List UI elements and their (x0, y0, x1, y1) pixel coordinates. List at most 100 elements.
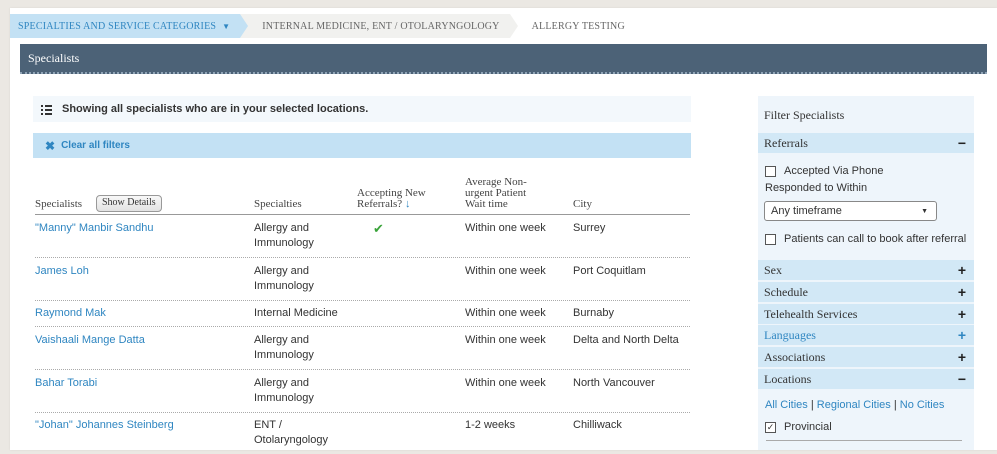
table-row: "Johan" Johannes Steinberg ENT / Otolary… (35, 418, 690, 454)
locations-notice: Showing all specialists who are in your … (33, 96, 691, 122)
collapse-icon: − (957, 135, 966, 151)
checkbox-checked[interactable]: ✓ (765, 421, 776, 433)
header-accepting-line2-text: Referrals? (357, 198, 403, 210)
regional-cities-link[interactable]: Regional Cities (817, 399, 891, 411)
city-links: All Cities | Regional Cities | No Cities (765, 399, 944, 411)
checkmark-icon: ✔ (373, 221, 384, 236)
specialty-cell: Allergy and Immunology (254, 222, 314, 249)
breadcrumb-allergy-testing-label: ALLERGY TESTING (531, 20, 625, 32)
city-cell: North Vancouver (573, 377, 655, 389)
header-city[interactable]: City (573, 199, 592, 210)
filter-section-associations[interactable]: Associations + (758, 347, 974, 367)
filter-section-label: Schedule (764, 284, 808, 299)
checkbox[interactable] (765, 233, 776, 245)
specialist-link[interactable]: Vaishaali Mange Datta (35, 333, 250, 348)
header-wait-line3: Wait time (465, 198, 508, 210)
timeframe-select[interactable]: Any timeframe ▼ (764, 201, 937, 221)
provincial-option[interactable]: ✓ Provincial (765, 421, 832, 433)
wait-time-cell: Within one week (465, 222, 546, 234)
filter-section-languages[interactable]: Languages + (758, 325, 974, 345)
breadcrumb: SPECIALTIES AND SERVICE CATEGORIES ▼ INT… (10, 14, 635, 38)
filter-section-label: Locations (764, 371, 812, 386)
chevron-down-icon: ▼ (222, 21, 231, 31)
clear-all-filters-button[interactable]: ✖ Clear all filters (33, 133, 691, 158)
city-cell: Port Coquitlam (573, 265, 646, 277)
city-cell: Surrey (573, 222, 606, 234)
filter-section-label: Telehealth Services (764, 306, 858, 321)
filter-section-label: Sex (764, 262, 782, 277)
breadcrumb-specialties[interactable]: SPECIALTIES AND SERVICE CATEGORIES ▼ (10, 14, 241, 38)
specialist-link[interactable]: Bahar Torabi (35, 376, 250, 391)
breadcrumb-allergy-testing: ALLERGY TESTING (517, 14, 635, 38)
table-row: Bahar Torabi Allergy and Immunology With… (35, 376, 690, 413)
filter-title: Filter Specialists (764, 108, 845, 122)
city-cell: Burnaby (573, 307, 614, 319)
checkbox[interactable] (765, 165, 776, 177)
city-cell: Delta and North Delta (573, 334, 679, 346)
accepted-via-phone-option[interactable]: Accepted Via Phone (765, 165, 883, 177)
patients-can-call-label: Patients can call to book after referral (784, 233, 967, 245)
clear-all-filters-label: Clear all filters (61, 140, 130, 151)
filter-sidebar: Filter Specialists Referrals − Accepted … (758, 96, 974, 450)
expand-icon: + (957, 262, 966, 278)
notice-text: Showing all specialists who are in your … (62, 103, 369, 115)
breadcrumb-specialties-label: SPECIALTIES AND SERVICE CATEGORIES (18, 20, 217, 32)
collapse-icon: − (957, 371, 966, 387)
expand-icon: + (957, 327, 966, 343)
filter-section-label: Referrals (764, 135, 808, 150)
city-cell: Chilliwack (573, 419, 622, 431)
wait-time-cell: Within one week (465, 334, 546, 346)
all-cities-link[interactable]: All Cities (765, 399, 808, 411)
table-row: Raymond Mak Internal Medicine Within one… (35, 306, 690, 327)
no-cities-link[interactable]: No Cities (900, 399, 945, 411)
wait-time-cell: Within one week (465, 377, 546, 389)
filter-section-telehealth[interactable]: Telehealth Services + (758, 304, 974, 324)
specialist-link[interactable]: James Loh (35, 264, 250, 279)
page-title-bar: Specialists (20, 44, 987, 74)
close-icon: ✖ (45, 138, 56, 153)
filter-section-locations[interactable]: Locations − (758, 369, 974, 389)
header-accepting-line2: Referrals? ↓ (357, 199, 426, 210)
wait-time-cell: Within one week (465, 307, 546, 319)
expand-icon: + (957, 349, 966, 365)
link-separator: | (810, 399, 814, 411)
filter-section-schedule[interactable]: Schedule + (758, 282, 974, 302)
timeframe-value: Any timeframe (771, 205, 842, 217)
divider (766, 440, 962, 441)
breadcrumb-internal-medicine-label: INTERNAL MEDICINE, ENT / OTOLARYNGOLOGY (262, 20, 500, 32)
header-specialists[interactable]: Specialists (35, 199, 82, 210)
specialty-cell: Allergy and Immunology (254, 334, 314, 361)
specialist-link[interactable]: Raymond Mak (35, 306, 250, 321)
provincial-label: Provincial (784, 421, 832, 433)
specialist-link[interactable]: "Johan" Johannes Steinberg (35, 418, 250, 433)
filter-section-label: Associations (764, 349, 826, 364)
show-details-button[interactable]: Show Details (96, 195, 162, 212)
accepted-via-phone-label: Accepted Via Phone (784, 165, 884, 177)
specialty-cell: Internal Medicine (254, 307, 338, 319)
header-specialties[interactable]: Specialties (254, 199, 302, 210)
expand-icon: + (957, 284, 966, 300)
table-row: "Manny" Manbir Sandhu Allergy and Immuno… (35, 221, 690, 258)
specialist-link[interactable]: "Manny" Manbir Sandhu (35, 221, 250, 236)
wait-time-cell: Within one week (465, 265, 546, 277)
table-row: Vaishaali Mange Datta Allergy and Immuno… (35, 333, 690, 370)
list-icon (41, 104, 52, 115)
filter-section-sex[interactable]: Sex + (758, 260, 974, 280)
link-separator: | (893, 399, 897, 411)
wait-time-cell: 1-2 weeks (465, 419, 516, 431)
specialty-cell: Allergy and Immunology (254, 377, 314, 404)
breadcrumb-internal-medicine[interactable]: INTERNAL MEDICINE, ENT / OTOLARYNGOLOGY (248, 14, 510, 38)
filter-section-label: Languages (764, 327, 816, 342)
specialty-cell: Allergy and Immunology (254, 265, 314, 292)
header-divider (35, 214, 690, 215)
breadcrumb-separator (509, 14, 518, 38)
filter-section-referrals[interactable]: Referrals − (758, 133, 974, 153)
header-accepting[interactable]: Accepting New Referrals? ↓ (357, 188, 426, 210)
chevron-down-icon: ▼ (921, 207, 928, 215)
patients-can-call-option[interactable]: Patients can call to book after referral (765, 233, 966, 245)
header-wait-time[interactable]: Average Non- urgent Patient Wait time (465, 177, 527, 210)
breadcrumb-separator (240, 14, 249, 38)
page-title: Specialists (28, 50, 80, 65)
expand-icon: + (957, 306, 966, 322)
sort-arrow-icon: ↓ (404, 198, 411, 210)
